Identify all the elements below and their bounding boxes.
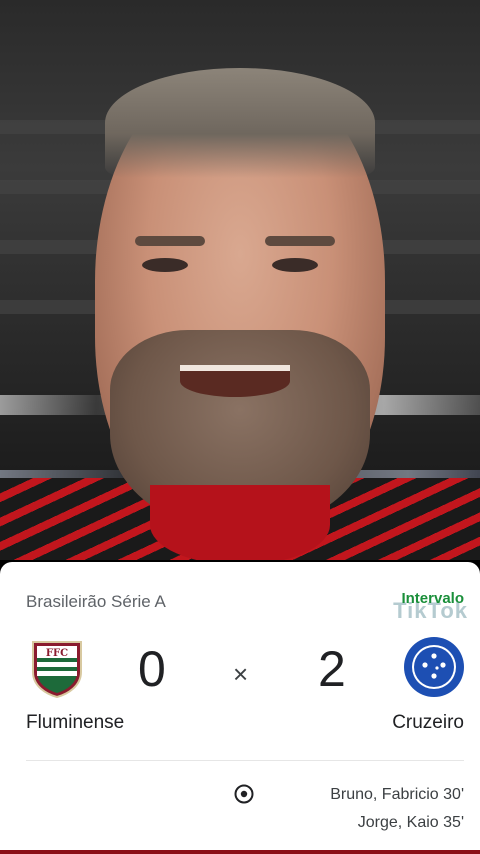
video-frame <box>0 0 480 560</box>
match-score-card[interactable]: Brasileirão Série A TikTok Intervalo FFC… <box>0 562 480 854</box>
eyebrow <box>135 236 205 246</box>
cruzeiro-crest-icon <box>404 637 464 697</box>
away-team-name[interactable]: Cruzeiro <box>392 712 464 734</box>
fluminense-crest-icon: FFC <box>32 641 82 698</box>
away-score: 2 <box>318 641 346 697</box>
goal-scorer-line: Bruno, Fabricio 30' <box>330 786 464 803</box>
score-separator: × <box>233 659 249 689</box>
jersey-collar <box>150 485 330 560</box>
divider <box>26 760 464 761</box>
soccer-ball-icon <box>234 784 254 804</box>
eyebrow <box>265 236 335 246</box>
person-hair <box>105 68 375 178</box>
home-score: 0 <box>138 641 166 697</box>
card-bottom-bar <box>0 850 480 854</box>
svg-text:FFC: FFC <box>46 648 68 659</box>
league-name: Brasileirão Série A <box>26 592 166 611</box>
person-mouth <box>180 365 290 397</box>
eye <box>272 258 318 272</box>
goal-scorer-line: Jorge, Kaio 35' <box>357 814 464 831</box>
match-status: Intervalo <box>401 590 464 607</box>
home-team-name[interactable]: Fluminense <box>26 712 124 734</box>
eye <box>142 258 188 272</box>
